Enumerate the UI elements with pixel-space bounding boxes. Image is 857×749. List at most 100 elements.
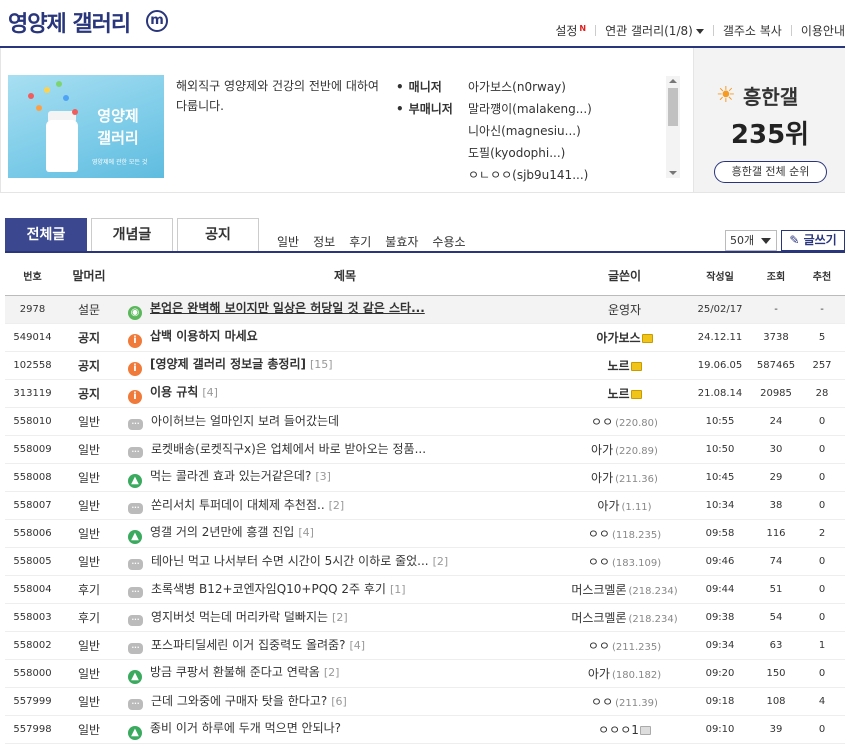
post-writer: 아가 (180.182) xyxy=(562,659,687,688)
post-subject-link[interactable]: 쏜리서치 투퍼데이 대체제 추천점.. xyxy=(151,498,325,512)
post-subject-link[interactable]: 아이허브는 얼마인지 보려 들어갔는데 xyxy=(151,414,339,428)
user-badge-icon xyxy=(639,725,651,735)
manager-name[interactable]: 아가보스(n0rway) xyxy=(468,76,566,98)
reply-count[interactable]: [4] xyxy=(298,526,314,539)
page-size-select[interactable]: 50개 xyxy=(725,230,777,251)
writer-name[interactable]: ㅇㅇ xyxy=(591,415,613,429)
table-row[interactable]: 558007 일반 ··· 쏜리서치 투퍼데이 대체제 추천점.. [2] 아가 (1.11… xyxy=(5,491,845,520)
post-views: 38 xyxy=(753,491,799,520)
writer-name[interactable]: ㅇㅇ xyxy=(588,555,610,569)
table-row[interactable]: 558000 일반 ▲ 방금 쿠팡서 환불해 준다고 연락옴 [2] 아가 (180.182… xyxy=(5,659,845,688)
writer-name[interactable]: 아가보스 xyxy=(596,331,640,345)
sub-manager-name[interactable]: ㅇㄴㅇㅇ(sjb9u141...) xyxy=(468,164,588,186)
post-head: 일반 xyxy=(60,463,118,492)
table-row[interactable]: 549014 공지 i 삽백 이용하지 마세요 아가보스 24.12.11 3738 5 xyxy=(5,323,845,352)
post-subject-link[interactable]: 방금 쿠팡서 환불해 준다고 연락옴 xyxy=(150,665,320,679)
table-row[interactable]: 558010 일반 ··· 아이허브는 얼마인지 보려 들어갔는데 ㅇㅇ (220.80)… xyxy=(5,407,845,436)
post-views: 54 xyxy=(753,603,799,632)
writer-name[interactable]: 노르 xyxy=(607,359,629,373)
post-subject-link[interactable]: 먹는 콜라겐 효과 있는거같은데? xyxy=(150,469,311,483)
tab-all[interactable]: 전체글 xyxy=(5,218,87,251)
scroll-thumb[interactable] xyxy=(668,88,678,126)
writer-name[interactable]: 아가 xyxy=(591,443,613,457)
minor-gallery-icon: m xyxy=(146,10,168,32)
reply-count[interactable]: [1] xyxy=(390,583,406,596)
writer-name[interactable]: ㅇㅇ xyxy=(588,527,610,541)
table-row[interactable]: 558009 일반 ··· 로켓배송(로켓직구x)은 업체에서 바로 받아오는 정품.… xyxy=(5,435,845,464)
writer-name[interactable]: 아가 xyxy=(588,667,610,681)
reply-count[interactable]: [4] xyxy=(349,639,365,652)
table-row[interactable]: 558003 후기 ··· 영지버섯 먹는데 머리카락 덜빠지는 [2] 머스크멜론 (21… xyxy=(5,603,845,632)
tab-recommended[interactable]: 개념글 xyxy=(91,218,173,251)
category-unfilial[interactable]: 불효자 xyxy=(385,233,418,250)
sub-manager-name[interactable]: 니아신(magnesiu...) xyxy=(468,120,581,142)
category-info[interactable]: 정보 xyxy=(313,233,335,250)
copy-address-link[interactable]: 갤주소 복사 xyxy=(723,22,782,39)
reply-count[interactable]: [2] xyxy=(332,611,348,624)
gallery-title[interactable]: 영양제 갤러리 xyxy=(8,6,131,38)
sub-manager-name[interactable]: 말라꺵이(malakeng...) xyxy=(468,98,592,120)
post-head: 공지 xyxy=(60,323,118,352)
reply-count[interactable]: [2] xyxy=(433,555,449,568)
tab-notice[interactable]: 공지 xyxy=(177,218,259,251)
related-gallery-dropdown[interactable]: 연관 갤러리(1/8) xyxy=(605,22,704,39)
table-row[interactable]: 557999 일반 ··· 근데 그와중에 구매자 탓을 한다고? [6] ㅇㅇ (211.… xyxy=(5,687,845,716)
scroll-down-icon[interactable] xyxy=(669,171,677,175)
post-subject-link[interactable]: 로켓배송(로켓직구x)은 업체에서 바로 받아오는 정품... xyxy=(151,442,426,456)
post-recommends: 0 xyxy=(799,463,845,492)
post-views: 30 xyxy=(753,435,799,464)
post-recommends: 4 xyxy=(799,687,845,716)
reply-count[interactable]: [2] xyxy=(329,499,345,512)
category-review[interactable]: 후기 xyxy=(349,233,371,250)
reply-count[interactable]: [15] xyxy=(310,358,333,371)
write-button[interactable]: ✎ 글쓰기 xyxy=(781,230,845,251)
sub-manager-name[interactable]: 도필(kyodophi...) xyxy=(468,142,565,164)
post-subject-link[interactable]: 종비 이거 하루에 두개 먹으면 안되나? xyxy=(150,721,341,735)
post-recommends: 5 xyxy=(799,323,845,352)
table-row[interactable]: 558005 일반 ··· 테아닌 먹고 나서부터 수면 시간이 5시간 이하로 줄었… xyxy=(5,547,845,576)
post-writer: 노르 xyxy=(562,379,687,408)
writer-name[interactable]: 운영자 xyxy=(608,303,641,317)
post-subject-link[interactable]: 이용 규칙 xyxy=(150,385,198,399)
rank-all-button[interactable]: 흥한갤 전체 순위 xyxy=(714,161,827,183)
reply-count[interactable]: [2] xyxy=(324,666,340,679)
survey-icon: ◉ xyxy=(128,305,142,320)
post-subject-link[interactable]: 본업은 완벽해 보이지만 일상은 허당일 것 같은 스타... xyxy=(150,301,425,315)
post-subject-link[interactable]: 삽백 이용하지 마세요 xyxy=(150,329,258,343)
table-row[interactable]: 558002 일반 ··· 포스파티딜세린 이거 집중력도 올려줌? [4] ㅇㅇ (211… xyxy=(5,631,845,660)
writer-name[interactable]: 머스크멜론 xyxy=(571,583,626,597)
writer-name[interactable]: ㅇㅇ xyxy=(591,695,613,709)
category-camp[interactable]: 수용소 xyxy=(432,233,465,250)
post-subject-link[interactable]: 영갤 거의 2년만에 흥갤 진입 xyxy=(150,525,294,539)
writer-name[interactable]: 아가 xyxy=(597,499,619,513)
table-row[interactable]: 2978 설문 ◉ 본업은 완벽해 보이지만 일상은 허당일 것 같은 스타... 운영… xyxy=(5,295,845,324)
post-subject-link[interactable]: 포스파티딜세린 이거 집중력도 올려줌? xyxy=(151,638,345,652)
table-row[interactable]: 102558 공지 i [영양제 갤러리 정보글 총정리] [15] 노르 19.06.05… xyxy=(5,351,845,380)
post-views: 24 xyxy=(753,407,799,436)
writer-name[interactable]: 아가 xyxy=(591,471,613,485)
reply-count[interactable]: [6] xyxy=(331,695,347,708)
table-row[interactable]: 558008 일반 ▲ 먹는 콜라겐 효과 있는거같은데? [3] 아가 (211.36) 1… xyxy=(5,463,845,492)
manager-scrollbar[interactable] xyxy=(666,76,680,178)
table-row[interactable]: 558004 후기 ··· 초록색병 B12+코엔자임Q10+PQQ 2주 후기 [1]… xyxy=(5,575,845,604)
settings-link[interactable]: 설정 N xyxy=(555,22,586,39)
post-subject-link[interactable]: [영양제 갤러리 정보글 총정리] xyxy=(150,357,306,371)
post-subject-link[interactable]: 테아닌 먹고 나서부터 수면 시간이 5시간 이하로 줄었... xyxy=(151,554,429,568)
scroll-up-icon[interactable] xyxy=(669,79,677,83)
post-head: 일반 xyxy=(60,435,118,464)
writer-name[interactable]: ㅇㅇ xyxy=(588,639,610,653)
writer-name[interactable]: ㅇㅇㅇ1 xyxy=(598,723,639,737)
table-row[interactable]: 313119 공지 i 이용 규칙 [4] 노르 21.08.14 20985 28 xyxy=(5,379,845,408)
post-subject-link[interactable]: 초록색병 B12+코엔자임Q10+PQQ 2주 후기 xyxy=(151,582,386,596)
reply-count[interactable]: [3] xyxy=(315,470,331,483)
writer-name[interactable]: 노르 xyxy=(607,387,629,401)
category-general[interactable]: 일반 xyxy=(277,233,299,250)
reply-count[interactable]: [4] xyxy=(202,386,218,399)
writer-name[interactable]: 머스크멜론 xyxy=(571,611,626,625)
post-subject-cell: ··· 영지버섯 먹는데 머리카락 덜빠지는 [2] xyxy=(118,603,562,632)
table-row[interactable]: 557998 일반 ▲ 종비 이거 하루에 두개 먹으면 안되나? ㅇㅇㅇ1 09:10 3… xyxy=(5,715,845,744)
post-subject-link[interactable]: 영지버섯 먹는데 머리카락 덜빠지는 xyxy=(151,610,328,624)
table-row[interactable]: 558006 일반 ▲ 영갤 거의 2년만에 흥갤 진입 [4] ㅇㅇ (118.235) 0… xyxy=(5,519,845,548)
guide-link[interactable]: 이용안내 xyxy=(801,22,845,39)
post-subject-link[interactable]: 근데 그와중에 구매자 탓을 한다고? xyxy=(151,694,327,708)
